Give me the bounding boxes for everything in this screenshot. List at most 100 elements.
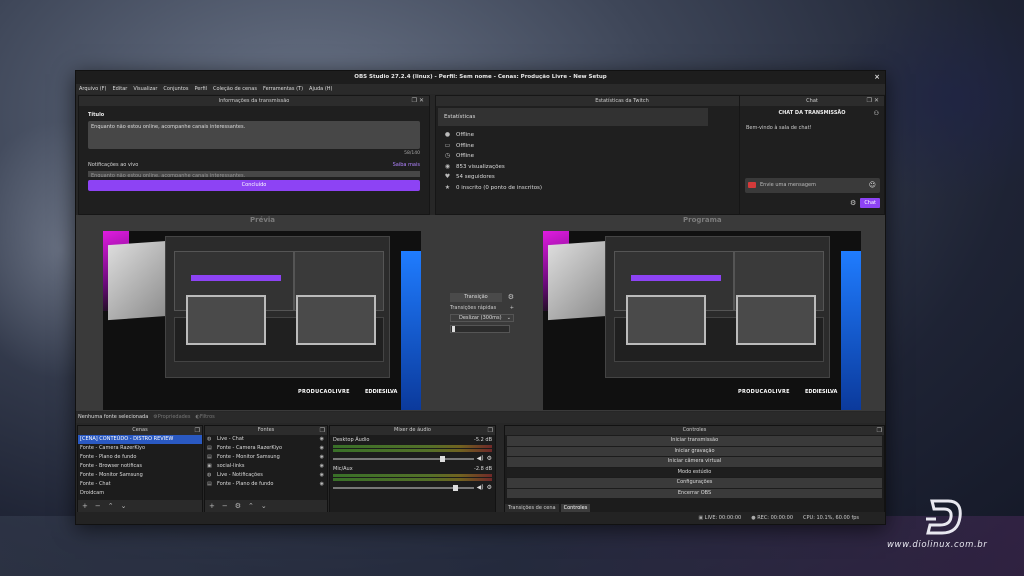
- watermark-site: www.diolinux.com.br: [887, 540, 988, 550]
- list-item[interactable]: Fonte - Chat: [78, 480, 202, 489]
- volume-meter: [333, 474, 492, 477]
- eye-icon[interactable]: ◉: [320, 453, 324, 462]
- transition-button[interactable]: Transição: [450, 293, 502, 302]
- undock-icon[interactable]: ❐: [877, 426, 882, 435]
- volume-slider[interactable]: [333, 455, 474, 462]
- remove-icon[interactable]: −: [222, 500, 228, 512]
- gear-icon[interactable]: ⚙: [487, 455, 492, 462]
- list-item[interactable]: ▤ Fonte - Plano de fundo ◉: [205, 480, 327, 489]
- filters-button[interactable]: ◐Filtros: [196, 412, 215, 423]
- studio-mode-button[interactable]: Modo estúdio: [507, 467, 882, 477]
- chat-title-text: CHAT DA TRANSMISSÃO: [778, 110, 846, 116]
- list-item[interactable]: [CENA] CONTEÚDO - DISTRO REVIEW: [78, 435, 202, 444]
- list-item[interactable]: ▣ social-links ◉: [205, 462, 327, 471]
- source-icon: ▤: [207, 445, 212, 451]
- chevron-up-icon[interactable]: ⌃: [248, 500, 254, 512]
- eye-icon[interactable]: ◉: [320, 435, 324, 444]
- neon-decoration: [401, 251, 421, 410]
- learn-more-link[interactable]: Saiba mais: [393, 162, 420, 168]
- t-bar-slider[interactable]: [450, 325, 510, 333]
- gear-icon[interactable]: ⚙: [487, 484, 492, 491]
- eye-icon[interactable]: ◉: [320, 462, 324, 471]
- done-button[interactable]: Concluído: [88, 180, 420, 191]
- tab-controls[interactable]: Controles: [560, 504, 591, 512]
- menu-colecao[interactable]: Coleção de cenas: [213, 84, 257, 94]
- gear-icon[interactable]: ⚙: [235, 500, 241, 512]
- menu-perfil[interactable]: Perfil: [194, 84, 207, 94]
- gear-icon[interactable]: ⚙: [850, 199, 856, 207]
- start-streaming-button[interactable]: Iniciar transmissão: [507, 436, 882, 446]
- transition-select[interactable]: Deslizar (300ms) ⌄: [450, 314, 514, 322]
- preview-screen[interactable]: PRODUCAOLIVRE EDDIESILVA: [103, 231, 421, 410]
- list-item[interactable]: ▤ Fonte - Monitor Samsung ◉: [205, 453, 327, 462]
- dock-window-icons[interactable]: ❐✕: [867, 96, 881, 106]
- list-item[interactable]: Droidcam: [78, 489, 202, 498]
- gear-icon[interactable]: ⚙: [508, 293, 514, 301]
- speaker-icon[interactable]: ◀): [477, 484, 484, 491]
- neon-decoration: [841, 251, 861, 410]
- undock-icon[interactable]: ❐: [488, 426, 493, 435]
- controls-tabs: Transições de cena Controles: [505, 504, 591, 512]
- slider-handle[interactable]: [452, 484, 458, 491]
- brand-label: PRODUCAOLIVRE: [298, 389, 350, 395]
- list-item[interactable]: ◍ Live - Notificações ◉: [205, 471, 327, 480]
- star-icon: ★: [444, 183, 451, 191]
- volume-slider[interactable]: [333, 484, 474, 491]
- source-icon: ▤: [207, 481, 212, 487]
- volume-meter: [333, 478, 492, 481]
- list-item[interactable]: Fonte - Camera RazerKiyo: [78, 444, 202, 453]
- slider-handle[interactable]: [452, 326, 455, 332]
- add-icon[interactable]: +: [209, 500, 215, 512]
- camera-icon[interactable]: [748, 182, 756, 188]
- program-label: Programa: [683, 216, 722, 224]
- tab-scene-transitions[interactable]: Transições de cena: [505, 504, 559, 512]
- sources-panel: Fontes ❐ ◍ Live - Chat ◉ ▤ Fonte - Camera Ra…: [204, 425, 328, 513]
- menu-visualizar[interactable]: Visualizar: [133, 84, 157, 94]
- properties-button[interactable]: ⚙Propriedades: [153, 412, 190, 423]
- settings-button[interactable]: Configurações: [507, 478, 882, 488]
- source-label: social-links: [217, 463, 245, 469]
- chat-send-button[interactable]: Chat: [860, 198, 880, 208]
- chat-input[interactable]: Envie uma mensagem ☺: [745, 178, 880, 193]
- emoji-icon[interactable]: ☺: [869, 178, 876, 193]
- chevron-down-icon[interactable]: ⌄: [121, 500, 127, 512]
- stats-subheader: Estatísticas: [438, 108, 708, 126]
- dock-window-icons[interactable]: ❐✕: [412, 96, 426, 106]
- chevron-up-icon[interactable]: ⌃: [108, 500, 114, 512]
- menu-conjuntos[interactable]: Conjuntos: [163, 84, 188, 94]
- speaker-icon[interactable]: ◀): [477, 455, 484, 462]
- brand-label: PRODUCAOLIVRE: [738, 389, 790, 395]
- list-item[interactable]: Fonte - Browser notificas: [78, 462, 202, 471]
- chevron-down-icon[interactable]: ⌄: [261, 500, 267, 512]
- window-title: OBS Studio 27.2.4 (linux) - Perfil: Sem …: [354, 74, 607, 80]
- eye-icon[interactable]: ◉: [320, 444, 324, 453]
- notif-field[interactable]: Enquanto não estou online, acompanhe can…: [88, 171, 420, 177]
- list-item[interactable]: Fonte - Monitor Samsung: [78, 471, 202, 480]
- title-field[interactable]: Enquanto não estou online, acompanhe can…: [88, 121, 420, 149]
- chat-panel: Chat ❐✕ CHAT DA TRANSMISSÃO ⚇ Bem-vindo …: [739, 95, 885, 215]
- slider-handle[interactable]: [439, 455, 445, 462]
- menu-ajuda[interactable]: Ajuda (H): [309, 84, 332, 94]
- menu-arquivo[interactable]: Arquivo (F): [79, 84, 107, 94]
- menu-ferramentas[interactable]: Ferramentas (T): [263, 84, 303, 94]
- menu-editar[interactable]: Editar: [113, 84, 128, 94]
- users-icon[interactable]: ⚇: [874, 106, 879, 121]
- undock-icon[interactable]: ❐: [320, 426, 325, 435]
- remove-icon[interactable]: −: [95, 500, 101, 512]
- start-recording-button[interactable]: Iniciar gravação: [507, 446, 882, 456]
- close-icon[interactable]: ×: [874, 71, 880, 84]
- add-icon[interactable]: +: [82, 500, 88, 512]
- undock-icon[interactable]: ❐: [195, 426, 200, 435]
- panel-footer: + − ⚙ ⌃ ⌄: [205, 500, 327, 512]
- stat-text: Offline: [456, 153, 475, 159]
- start-virtual-camera-button[interactable]: Iniciar câmera virtual: [507, 457, 882, 467]
- plus-icon[interactable]: +: [510, 305, 514, 311]
- exit-button[interactable]: Encerrar OBS: [507, 488, 882, 498]
- dock-title: Chat: [806, 98, 818, 104]
- panel-footer: + − ⌃ ⌄: [78, 500, 202, 512]
- eye-icon[interactable]: ◉: [320, 480, 324, 489]
- eye-icon[interactable]: ◉: [320, 471, 324, 480]
- list-item[interactable]: ◍ Live - Chat ◉: [205, 435, 327, 444]
- list-item[interactable]: ▤ Fonte - Camera RazerKiyo ◉: [205, 444, 327, 453]
- list-item[interactable]: Fonte - Plano de fundo: [78, 453, 202, 462]
